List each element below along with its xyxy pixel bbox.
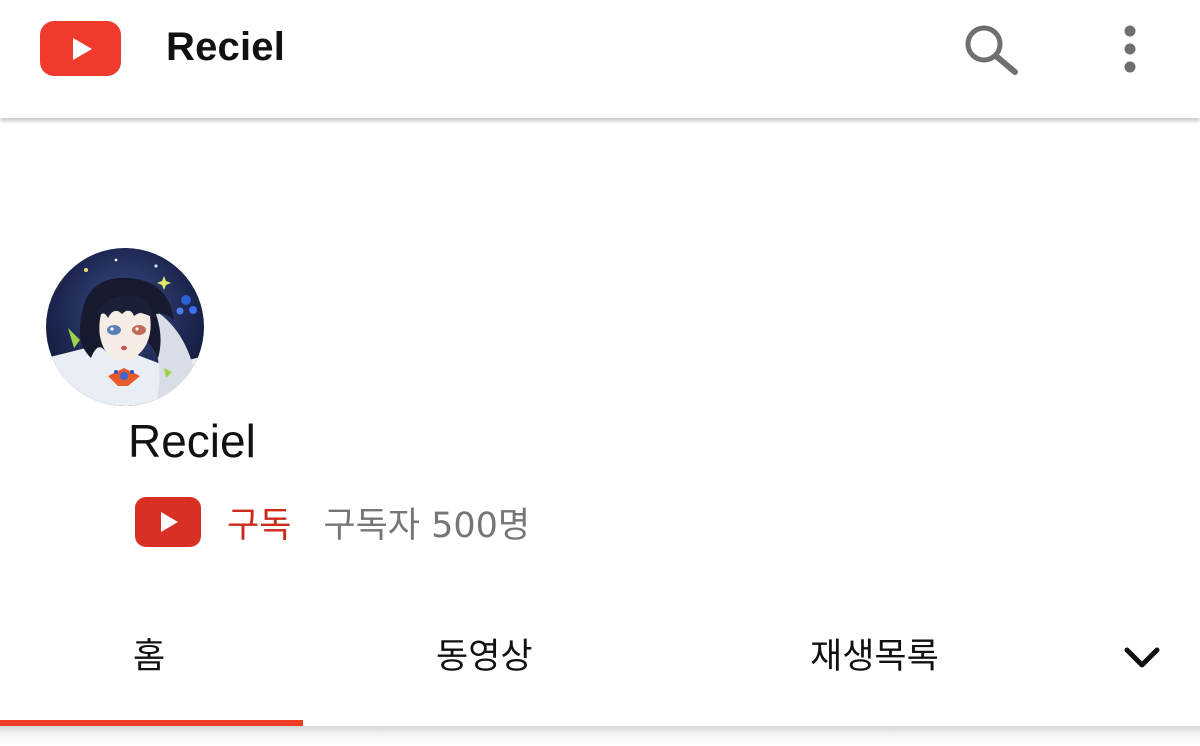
youtube-logo-icon[interactable] bbox=[40, 21, 121, 76]
more-vertical-icon[interactable] bbox=[1112, 22, 1148, 78]
subscriber-count: 구독자 500명 bbox=[323, 505, 531, 546]
app-bar: Reciel bbox=[0, 0, 1200, 118]
channel-avatar[interactable] bbox=[46, 248, 204, 406]
app-title: Reciel bbox=[166, 25, 286, 69]
tabs-divider bbox=[0, 726, 1200, 746]
channel-name: Reciel bbox=[128, 415, 256, 467]
channel-tabs: 홈 동영상 재생목록 bbox=[0, 600, 1200, 726]
tab-playlists[interactable]: 재생목록 bbox=[810, 628, 939, 679]
youtube-subscribe-icon[interactable] bbox=[135, 497, 201, 547]
tab-videos[interactable]: 동영상 bbox=[436, 628, 533, 679]
subscribe-row: 구독 구독자 500명 bbox=[135, 496, 530, 548]
subscribe-button[interactable]: 구독 bbox=[227, 497, 291, 548]
search-icon[interactable] bbox=[962, 22, 1020, 80]
chevron-down-icon[interactable] bbox=[1120, 640, 1164, 676]
tab-home[interactable]: 홈 bbox=[133, 628, 165, 679]
